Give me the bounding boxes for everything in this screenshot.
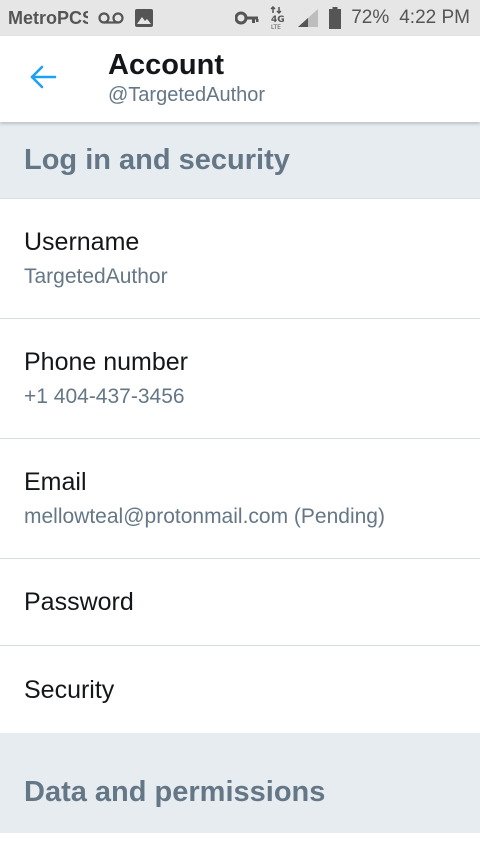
status-bar-left: MetroPCS — [8, 8, 154, 29]
image-icon — [134, 8, 154, 28]
svg-text:LTE: LTE — [271, 24, 281, 30]
phone-number-label: Phone number — [24, 347, 189, 376]
phone-number-value: +1 404-437-3456 — [24, 384, 185, 408]
email-row[interactable]: Email mellowteal@protonmail.com (Pending… — [0, 439, 480, 559]
email-value: mellowteal@protonmail.com (Pending) — [24, 504, 385, 528]
page-subtitle: @TargetedAuthor — [108, 84, 266, 106]
username-value: TargetedAuthor — [24, 264, 168, 288]
security-row[interactable]: Security — [0, 646, 480, 733]
back-arrow-icon — [29, 65, 57, 94]
section-title: Log in and security — [24, 143, 290, 176]
password-label: Password — [24, 588, 134, 616]
battery-percentage: 72% — [351, 7, 390, 28]
voicemail-icon — [98, 11, 124, 25]
section-header-data-permissions: Data and permissions — [0, 733, 480, 833]
account-screen: MetroPCS 4G LTE 72% 4:22 PM Account @Tar… — [0, 0, 480, 854]
lte-icon: 4G LTE — [269, 6, 287, 30]
page-title: Account — [108, 49, 224, 81]
battery-icon — [329, 7, 342, 29]
username-label: Username — [24, 227, 140, 256]
password-row[interactable]: Password — [0, 559, 480, 646]
email-label: Email — [24, 467, 87, 496]
username-row[interactable]: Username TargetedAuthor — [0, 199, 480, 319]
status-bar-right: 4G LTE 72% 4:22 PM — [235, 6, 470, 30]
signal-icon — [297, 8, 319, 28]
status-bar: MetroPCS 4G LTE 72% 4:22 PM — [0, 0, 480, 36]
vpn-key-icon — [235, 11, 259, 25]
section-title: Data and permissions — [24, 775, 326, 808]
security-label: Security — [24, 675, 115, 704]
back-button[interactable] — [0, 36, 86, 122]
phone-number-row[interactable]: Phone number +1 404-437-3456 — [0, 319, 480, 439]
section-header-login-security: Log in and security — [0, 122, 480, 199]
carrier-name: MetroPCS — [8, 7, 88, 28]
app-bar: Account @TargetedAuthor — [0, 36, 480, 122]
title-block: Account @TargetedAuthor — [108, 49, 265, 109]
clock: 4:22 PM — [399, 7, 470, 28]
